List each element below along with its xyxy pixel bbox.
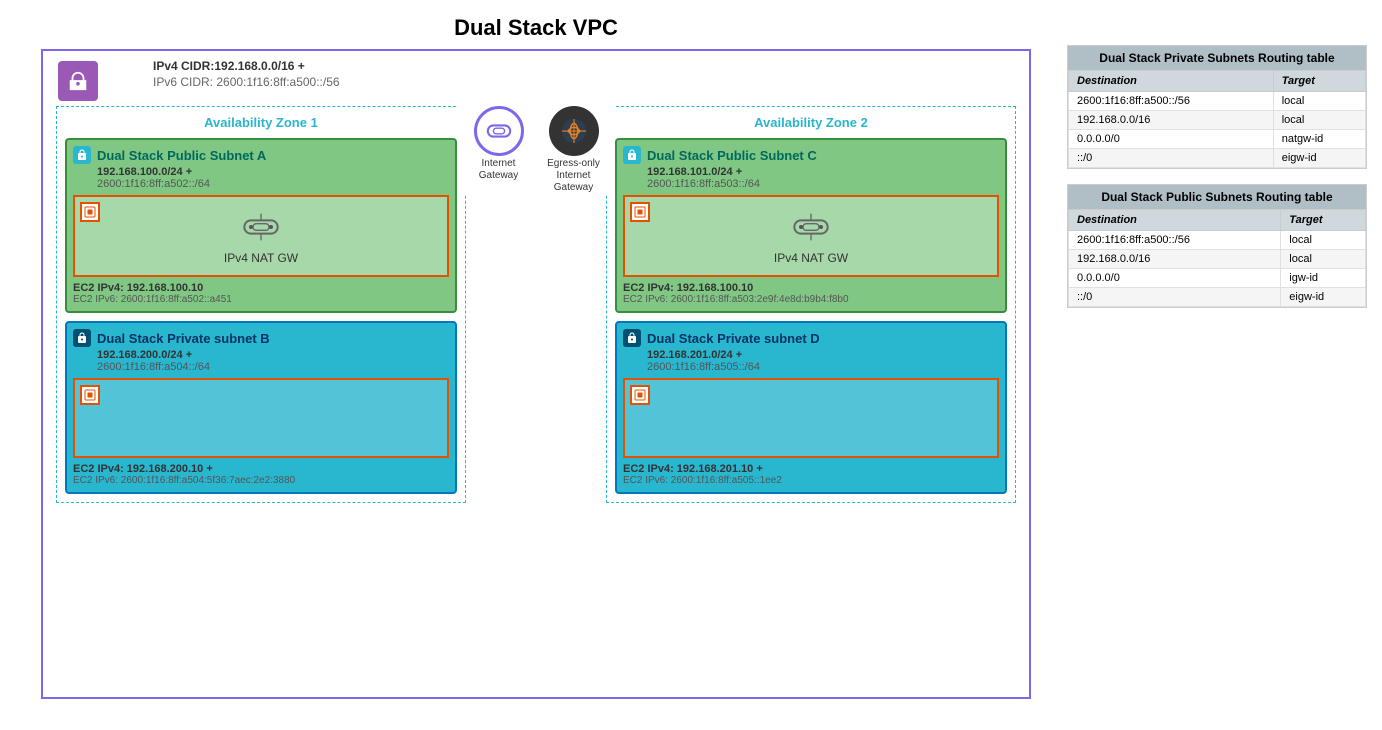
rt-destination: 192.168.0.0/16 — [1069, 250, 1281, 269]
private-rt-col2: Target — [1273, 71, 1365, 92]
az2-private-ipv4: 192.168.201.0/24 + — [647, 349, 999, 361]
rt-target: natgw-id — [1273, 130, 1365, 149]
table-row: ::/0eigw-id — [1069, 288, 1366, 307]
az1-ec2-inner-icon — [80, 385, 100, 405]
rt-destination: 2600:1f16:8ff:a500::/56 — [1069, 231, 1281, 250]
az1-nat-gw-label: IPv4 NAT GW — [224, 251, 298, 265]
az2-private-ec2-ipv4: EC2 IPv4: 192.168.201.10 + — [623, 463, 999, 475]
az2-public-ipv4: 192.168.101.0/24 + — [647, 166, 999, 178]
az1-title: Availability Zone 1 — [65, 115, 457, 130]
az2-nat-gw-inner-icon — [630, 202, 650, 222]
az2-private-subnet-title: Dual Stack Private subnet D — [647, 331, 820, 346]
rt-target: eigw-id — [1273, 149, 1365, 168]
az2-public-ec2-ipv4: EC2 IPv4: 192.168.100.10 — [623, 282, 999, 294]
az1-private-ec2-ipv6: EC2 IPv6: 2600:1f16:8ff:a504:5f36:7aec:2… — [73, 475, 449, 486]
table-row: 192.168.0.0/16local — [1069, 250, 1366, 269]
page-title: Dual Stack VPC — [454, 15, 618, 41]
az2-public-subnet: Dual Stack Public Subnet C 192.168.101.0… — [615, 138, 1007, 313]
vpc-container: IPv4 CIDR:192.168.0.0/16 + IPv6 CIDR: 26… — [41, 49, 1031, 699]
az1-public-subnet-title: Dual Stack Public Subnet A — [97, 148, 266, 163]
az1-ec2-box — [73, 378, 449, 458]
nat-gw-router-icon-az2 — [791, 207, 831, 247]
az2-title: Availability Zone 2 — [615, 115, 1007, 130]
table-row: 192.168.0.0/16local — [1069, 111, 1366, 130]
az2-private-ec2-ipv6: EC2 IPv6: 2600:1f16:8ff:a505::1ee2 — [623, 475, 999, 486]
rt-target: local — [1273, 92, 1365, 111]
rt-destination: 0.0.0.0/0 — [1069, 130, 1274, 149]
az1-nat-gw-box: IPv4 NAT GW — [73, 195, 449, 277]
rt-destination: 192.168.0.0/16 — [1069, 111, 1274, 130]
table-row: 0.0.0.0/0igw-id — [1069, 269, 1366, 288]
az2-private-subnet: Dual Stack Private subnet D 192.168.201.… — [615, 321, 1007, 494]
table-row: 0.0.0.0/0natgw-id — [1069, 130, 1366, 149]
az1-public-ipv4: 192.168.100.0/24 + — [97, 166, 449, 178]
private-rt-header: Dual Stack Private Subnets Routing table — [1068, 46, 1366, 70]
rt-destination: 0.0.0.0/0 — [1069, 269, 1281, 288]
rt-destination: 2600:1f16:8ff:a500::/56 — [1069, 92, 1274, 111]
az2-public-ipv6: 2600:1f16:8ff:a503::/64 — [647, 178, 999, 190]
public-rt-col2: Target — [1281, 210, 1366, 231]
public-rt-col1: Destination — [1069, 210, 1281, 231]
az1-section: Availability Zone 1 Dual Stack Public Su… — [56, 106, 466, 503]
routing-tables-panel: Dual Stack Private Subnets Routing table… — [1062, 40, 1372, 720]
table-row: ::/0eigw-id — [1069, 149, 1366, 168]
vpc-ipv6-label: IPv6 CIDR: 2600:1f16:8ff:a500::/56 — [153, 75, 340, 89]
private-routing-table: Dual Stack Private Subnets Routing table… — [1067, 45, 1367, 169]
table-row: 2600:1f16:8ff:a500::/56local — [1069, 231, 1366, 250]
rt-destination: ::/0 — [1069, 149, 1274, 168]
az1-private-subnet-title: Dual Stack Private subnet B — [97, 331, 270, 346]
table-row: 2600:1f16:8ff:a500::/56local — [1069, 92, 1366, 111]
az2-ec2-box — [623, 378, 999, 458]
az2-public-ec2-ipv6: EC2 IPv6: 2600:1f16:8ff:a503:2e9f:4e8d:b… — [623, 294, 999, 305]
gateways-area: Internet Gateway — [458, 106, 614, 194]
eigw-label: Egress-only Internet Gateway — [541, 158, 606, 194]
private-rt-col1: Destination — [1069, 71, 1274, 92]
rt-target: eigw-id — [1281, 288, 1366, 307]
az2-section: Availability Zone 2 Dual Stack Public Su… — [606, 106, 1016, 503]
az2-public-lock-icon — [623, 146, 641, 164]
az1-private-subnet: Dual Stack Private subnet B 192.168.200.… — [65, 321, 457, 494]
az1-public-subnet: Dual Stack Public Subnet A 192.168.100.0… — [65, 138, 457, 313]
az2-private-lock-icon — [623, 329, 641, 347]
igw-icon — [474, 106, 524, 156]
public-routing-table: Dual Stack Public Subnets Routing table … — [1067, 184, 1367, 308]
eigw-icon — [549, 106, 599, 156]
public-rt-header: Dual Stack Public Subnets Routing table — [1068, 185, 1366, 209]
nat-gw-router-icon-az1 — [241, 207, 281, 247]
vpc-icon — [58, 61, 98, 101]
az1-private-lock-icon — [73, 329, 91, 347]
az1-nat-gw-inner-icon — [80, 202, 100, 222]
rt-destination: ::/0 — [1069, 288, 1281, 307]
internet-gateway: Internet Gateway — [466, 106, 531, 182]
az1-public-ipv6: 2600:1f16:8ff:a502::/64 — [97, 178, 449, 190]
rt-target: local — [1281, 250, 1366, 269]
vpc-ipv4-label: IPv4 CIDR:192.168.0.0/16 + — [153, 59, 305, 73]
eigw: Egress-only Internet Gateway — [541, 106, 606, 194]
az1-public-lock-icon — [73, 146, 91, 164]
az2-public-subnet-title: Dual Stack Public Subnet C — [647, 148, 817, 163]
az1-private-ipv6: 2600:1f16:8ff:a504::/64 — [97, 361, 449, 373]
az2-nat-gw-label: IPv4 NAT GW — [774, 251, 848, 265]
igw-label: Internet Gateway — [466, 158, 531, 182]
az2-private-ipv6: 2600:1f16:8ff:a505::/64 — [647, 361, 999, 373]
az2-nat-gw-box: IPv4 NAT GW — [623, 195, 999, 277]
az1-private-ec2-ipv4: EC2 IPv4: 192.168.200.10 + — [73, 463, 449, 475]
rt-target: local — [1281, 231, 1366, 250]
az1-public-ec2-ipv4: EC2 IPv4: 192.168.100.10 — [73, 282, 449, 294]
rt-target: igw-id — [1281, 269, 1366, 288]
az1-private-ipv4: 192.168.200.0/24 + — [97, 349, 449, 361]
az2-ec2-inner-icon — [630, 385, 650, 405]
rt-target: local — [1273, 111, 1365, 130]
az1-public-ec2-ipv6: EC2 IPv6: 2600:1f16:8ff:a502::a451 — [73, 294, 449, 305]
